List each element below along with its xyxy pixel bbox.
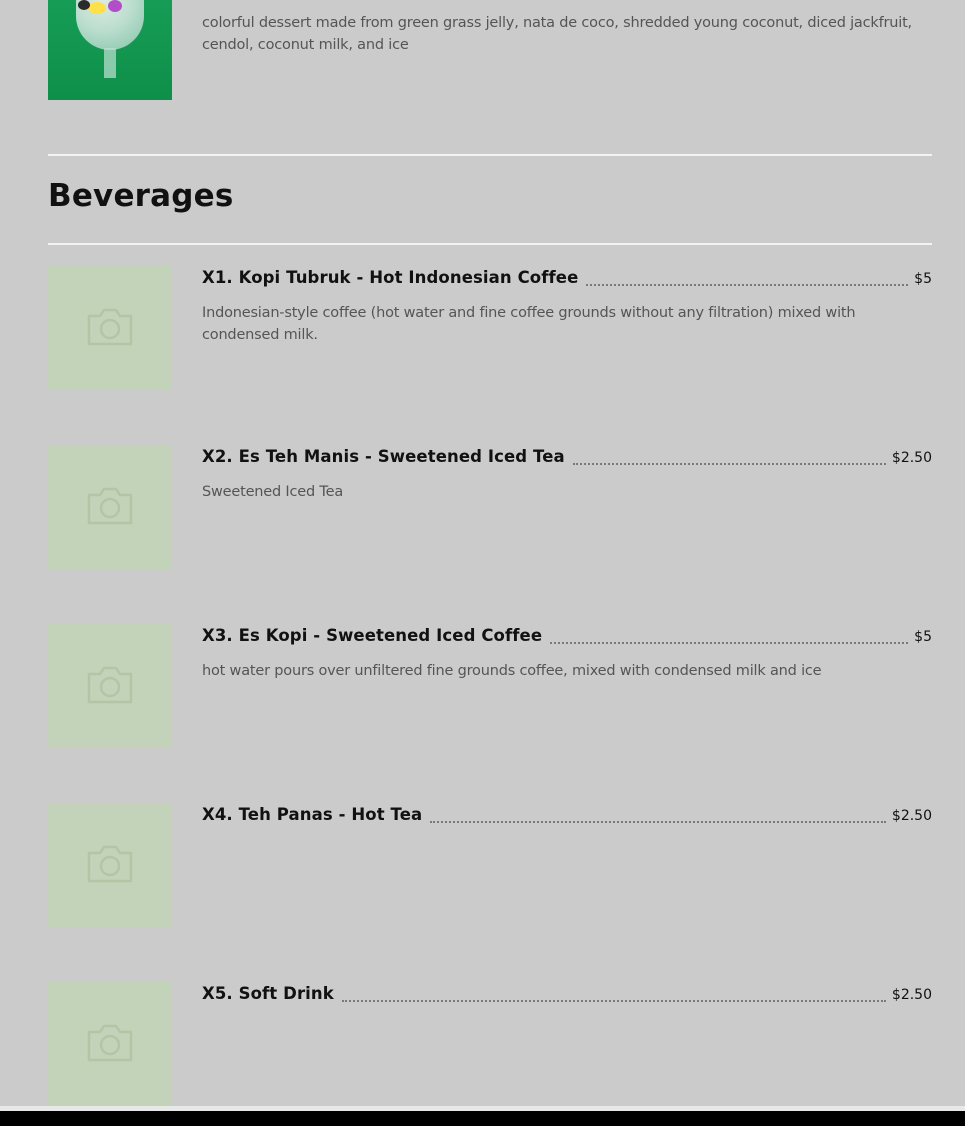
footer-edge (0, 1106, 965, 1111)
item-name: X5. Soft Drink (202, 984, 334, 1003)
section-title: Beverages (48, 178, 234, 214)
menu-item[interactable]: X3. Es Kopi - Sweetened Iced Coffee $5 h… (48, 624, 932, 748)
item-price: $2.50 (891, 987, 932, 1003)
dotted-leader (550, 642, 909, 644)
item-header: X2. Es Teh Manis - Sweetened Iced Tea $2… (202, 445, 932, 469)
dotted-leader (341, 1000, 886, 1002)
menu-item-previous: colorful dessert made from green grass j… (48, 0, 932, 100)
camera-icon (87, 845, 133, 883)
item-name: X2. Es Teh Manis - Sweetened Iced Tea (202, 447, 565, 466)
item-header: X5. Soft Drink $2.50 (202, 982, 932, 1006)
item-price: $2.50 (891, 808, 932, 824)
image-placeholder[interactable] (48, 445, 172, 569)
item-header: X3. Es Kopi - Sweetened Iced Coffee $5 (202, 624, 932, 648)
section-divider-bottom (48, 243, 932, 245)
item-description: Sweetened Iced Tea (202, 484, 344, 500)
camera-icon (87, 487, 133, 525)
item-name: X1. Kopi Tubruk - Hot Indonesian Coffee (202, 268, 579, 287)
camera-icon (87, 666, 133, 704)
section-divider-top (48, 154, 932, 156)
image-placeholder[interactable] (48, 803, 172, 927)
item-description: colorful dessert made from green grass j… (202, 15, 912, 53)
menu-item[interactable]: X4. Teh Panas - Hot Tea $2.50 (48, 803, 932, 927)
item-name: X4. Teh Panas - Hot Tea (202, 805, 423, 824)
dotted-leader (430, 821, 886, 823)
menu-item[interactable]: X2. Es Teh Manis - Sweetened Iced Tea $2… (48, 445, 932, 569)
item-price: $5 (914, 271, 932, 287)
dotted-leader (572, 463, 886, 465)
image-placeholder[interactable] (48, 266, 172, 390)
item-name: X3. Es Kopi - Sweetened Iced Coffee (202, 626, 543, 645)
image-placeholder[interactable] (48, 624, 172, 748)
dessert-photo[interactable] (48, 0, 172, 100)
camera-icon (87, 308, 133, 346)
image-placeholder[interactable] (48, 982, 172, 1106)
dotted-leader (586, 284, 909, 286)
menu-item[interactable]: X5. Soft Drink $2.50 (48, 982, 932, 1106)
item-price: $2.50 (891, 450, 932, 466)
item-header: X4. Teh Panas - Hot Tea $2.50 (202, 803, 932, 827)
camera-icon (87, 1024, 133, 1062)
footer-bar (0, 1106, 965, 1126)
menu-item[interactable]: X1. Kopi Tubruk - Hot Indonesian Coffee … (48, 266, 932, 390)
item-header: X1. Kopi Tubruk - Hot Indonesian Coffee … (202, 266, 932, 290)
item-price: $5 (914, 629, 932, 645)
item-description: Indonesian-style coffee (hot water and f… (202, 305, 856, 343)
item-description: hot water pours over unfiltered fine gro… (202, 663, 822, 679)
